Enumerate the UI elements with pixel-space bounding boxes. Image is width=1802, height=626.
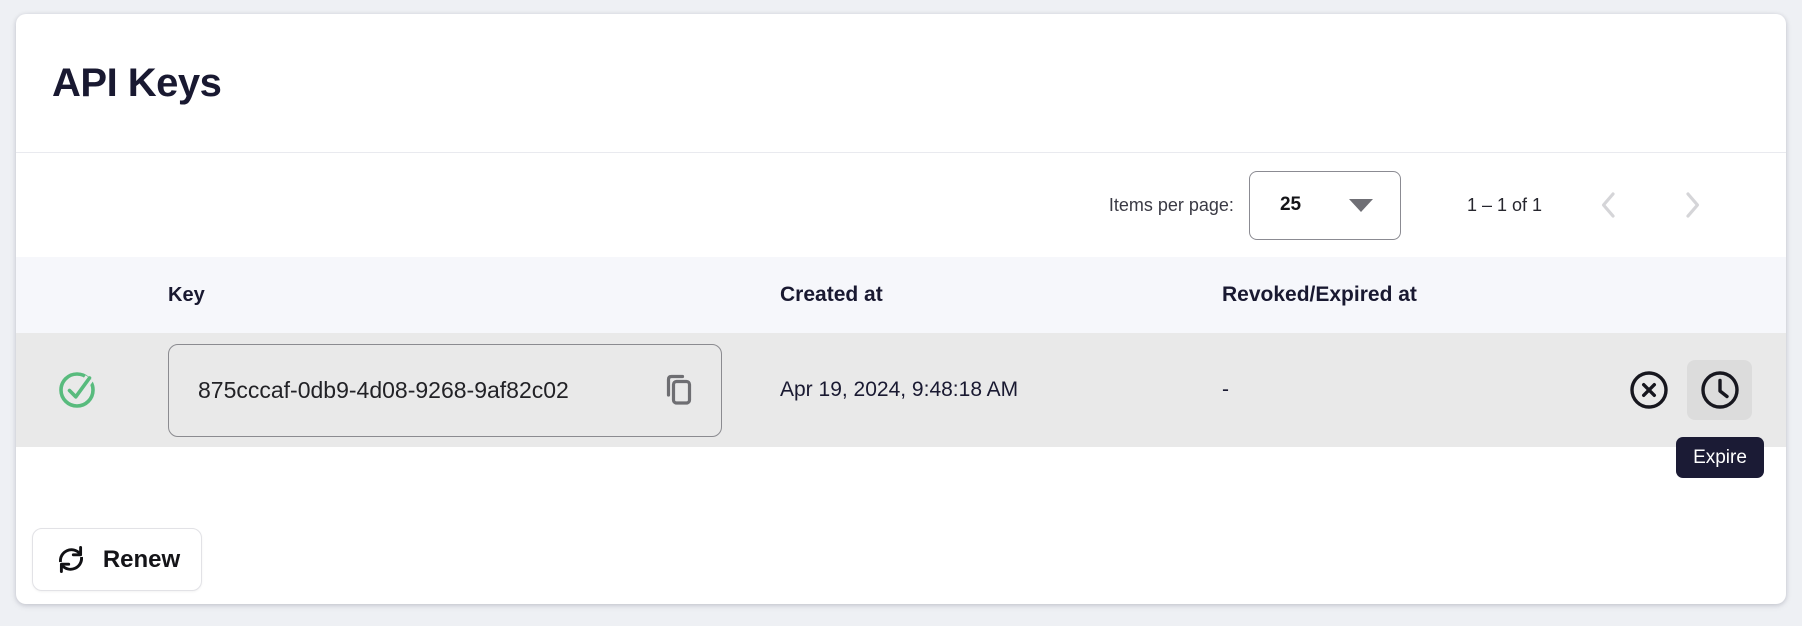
revoked-at-cell: -: [1222, 378, 1552, 402]
check-circle-icon: [57, 370, 97, 410]
api-key-input[interactable]: [175, 377, 655, 404]
created-at-cell: Apr 19, 2024, 9:48:18 AM: [780, 378, 1222, 402]
paginator: Items per page: 25 1 – 1 of 1: [16, 153, 1786, 257]
refresh-icon: [54, 544, 88, 575]
renew-button[interactable]: Renew: [32, 528, 202, 591]
table-header: Key Created at Revoked/Expired at: [16, 257, 1786, 333]
page-title: API Keys: [52, 61, 221, 106]
expire-tooltip-label: Expire: [1693, 447, 1747, 469]
page-size-value: 25: [1280, 194, 1301, 216]
key-status-cell: [16, 370, 168, 410]
column-header-revoked: Revoked/Expired at: [1222, 283, 1552, 307]
expire-button[interactable]: [1687, 360, 1752, 420]
key-cell: [168, 344, 780, 437]
pager-nav: [1584, 181, 1717, 229]
card-header: API Keys: [16, 14, 1786, 153]
revoke-button[interactable]: [1625, 366, 1673, 414]
copy-icon: [657, 369, 697, 411]
copy-button[interactable]: [655, 368, 699, 412]
key-field: [168, 344, 722, 437]
items-per-page-label: Items per page:: [1109, 195, 1234, 216]
expire-tooltip: Expire: [1676, 437, 1764, 478]
column-header-key: Key: [168, 284, 780, 307]
chevron-right-icon: [1682, 190, 1704, 220]
chevron-left-icon: [1597, 190, 1619, 220]
row-actions: Expire: [1552, 360, 1786, 420]
previous-page-button[interactable]: [1584, 181, 1632, 229]
clock-icon: [1700, 370, 1740, 410]
chevron-down-icon: [1349, 199, 1373, 212]
api-keys-card: API Keys Items per page: 25 1 – 1 of 1 K…: [16, 14, 1786, 604]
x-circle-icon: [1629, 370, 1669, 410]
table-row: Apr 19, 2024, 9:48:18 AM -: [16, 333, 1786, 447]
next-page-button[interactable]: [1669, 181, 1717, 229]
page-size-select[interactable]: 25: [1249, 171, 1401, 240]
page-range-label: 1 – 1 of 1: [1467, 195, 1542, 216]
column-header-created: Created at: [780, 283, 1222, 307]
renew-label: Renew: [103, 546, 180, 574]
